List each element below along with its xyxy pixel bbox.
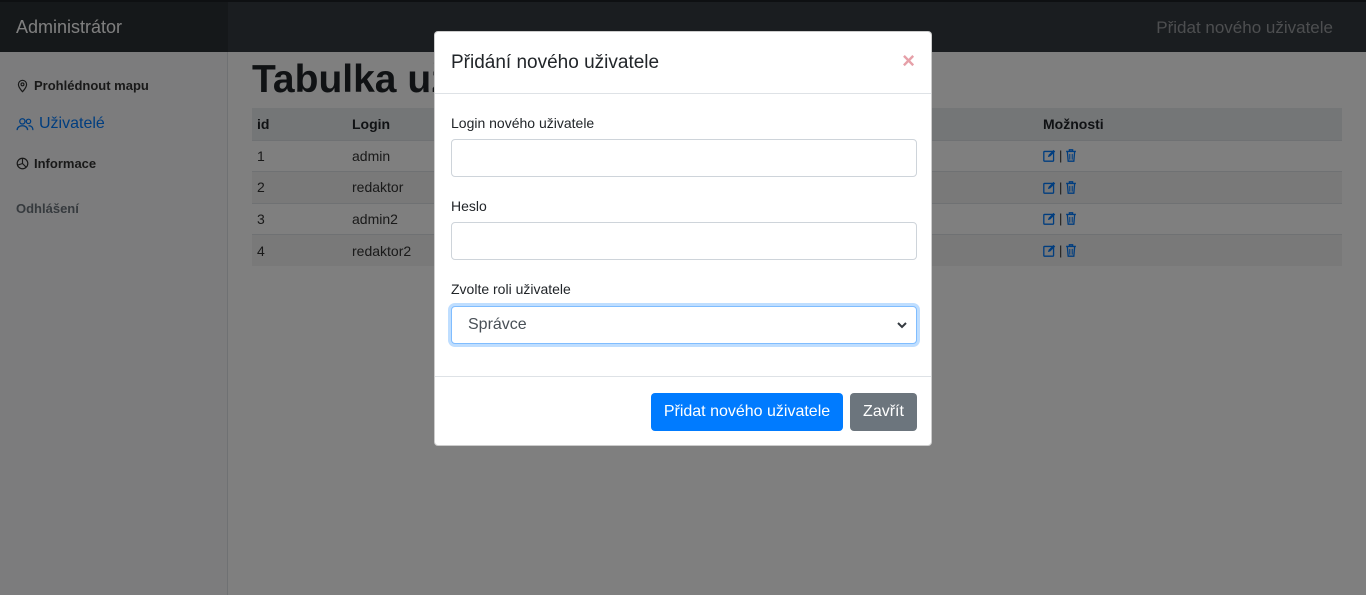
role-label: Zvolte roli uživatele — [451, 281, 571, 297]
password-input[interactable] — [451, 222, 917, 260]
close-x-button[interactable]: × — [902, 50, 915, 72]
submit-add-user-button[interactable]: Přidat nového uživatele — [651, 393, 843, 431]
role-selected-value: Správce — [468, 316, 527, 333]
role-select[interactable]: Správce — [451, 306, 917, 344]
login-input[interactable] — [451, 139, 917, 177]
close-modal-button[interactable]: Zavřít — [850, 393, 917, 431]
modal-footer-divider — [435, 376, 931, 377]
modal-header: Přidání nového uživatele × — [435, 32, 931, 94]
login-label: Login nového uživatele — [451, 115, 595, 131]
chevron-down-icon — [897, 322, 907, 329]
password-label: Heslo — [451, 198, 487, 214]
modal-title: Přidání nového uživatele — [451, 52, 660, 73]
add-user-modal: Přidání nového uživatele × Login nového … — [434, 31, 932, 446]
